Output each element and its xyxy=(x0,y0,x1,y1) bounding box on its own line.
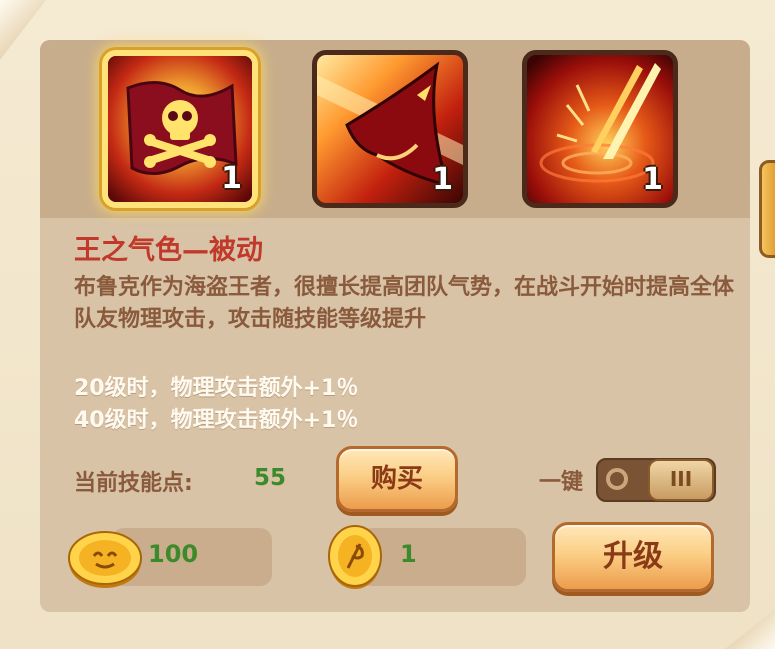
skill-book-medal-icon xyxy=(328,525,382,589)
gold-coin-icon xyxy=(68,531,142,588)
skill-points-label: 当前技能点: xyxy=(74,471,193,496)
skill-slot-shark-strike[interactable]: 1 xyxy=(312,50,468,208)
bonus-line: 20级时，物理攻击额外+1％ xyxy=(74,376,359,401)
skill-title: 王之气色—被动 xyxy=(74,235,263,266)
toggle-knob[interactable]: III xyxy=(648,459,714,501)
item-amount: 1 xyxy=(400,540,417,568)
skill-points-value: 55 xyxy=(254,465,287,491)
skill-description: 布鲁克作为海盗王者，很擅长提高团队气势，在战斗开始时提高全体队友物理攻击，攻击随… xyxy=(74,275,735,332)
skill-level: 1 xyxy=(221,161,242,196)
side-tab[interactable] xyxy=(759,160,775,258)
upgrade-button[interactable]: 升级 xyxy=(552,522,714,592)
item-resource-bar xyxy=(360,528,526,586)
toggle-off-indicator xyxy=(606,468,628,490)
gold-amount: 100 xyxy=(148,540,199,568)
skill-level: 1 xyxy=(432,162,453,197)
skill-slot-lightning-stab[interactable]: 1 xyxy=(522,50,678,208)
skill-level: 1 xyxy=(642,162,663,197)
buy-button[interactable]: 购买 xyxy=(336,446,458,512)
skill-slot-pirate-flag[interactable]: 1 xyxy=(102,50,258,208)
one-key-toggle[interactable]: III xyxy=(596,458,716,502)
one-key-label: 一键 xyxy=(539,470,584,495)
